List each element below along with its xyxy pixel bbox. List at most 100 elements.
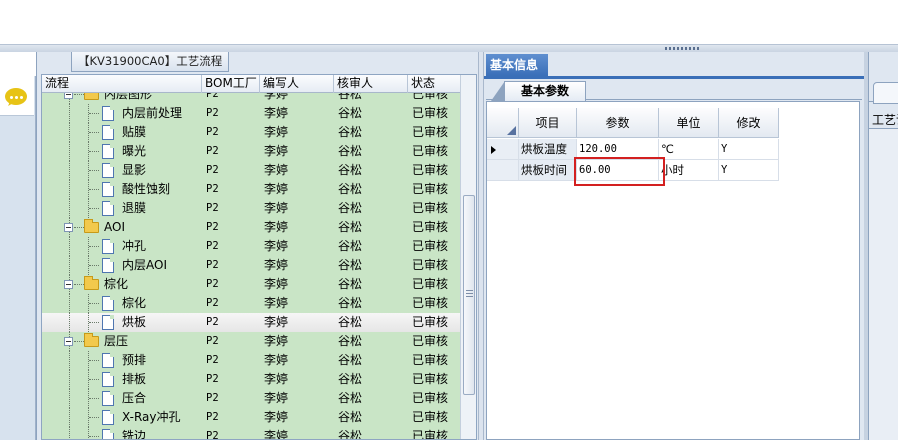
tree-node[interactable]: X-Ray冲孔 — [42, 408, 202, 427]
tree-row[interactable]: 曝光 P2 李婷 谷松 已审核 — [42, 142, 462, 161]
document-icon — [102, 258, 114, 273]
tree-node[interactable]: 内层前处理 — [42, 104, 202, 123]
column-header-flow[interactable]: 流程 — [42, 75, 202, 93]
item-cell: 烘板温度 — [519, 139, 577, 160]
tree-row[interactable]: 棕化 P2 李婷 谷松 已审核 — [42, 294, 462, 313]
column-header-reviewer[interactable]: 核审人 — [334, 75, 408, 93]
tree-node-label: 酸性蚀刻 — [122, 182, 171, 196]
status-cell: 已审核 — [412, 144, 449, 158]
tree-row[interactable]: 内层前处理 P2 李婷 谷松 已审核 — [42, 104, 462, 123]
tree-node[interactable]: 曝光 — [42, 142, 202, 161]
tree-node[interactable]: 压合 — [42, 389, 202, 408]
tree-node[interactable]: 显影 — [42, 161, 202, 180]
folder-icon — [84, 219, 99, 233]
column-header-writer[interactable]: 编写人 — [260, 75, 334, 93]
column-header-modify[interactable]: 修改 — [719, 108, 779, 138]
tree-line — [69, 408, 70, 427]
tree-node[interactable]: 层压 — [42, 332, 202, 351]
tree-node[interactable]: 退膜 — [42, 199, 202, 218]
reviewer-cell: 谷松 — [338, 410, 363, 424]
tree-node[interactable]: 烘板 — [42, 313, 202, 332]
bom-cell: P2 — [206, 259, 219, 271]
tree-header: 流程 BOM工厂 编写人 核审人 状态 — [42, 75, 462, 93]
process-description-area — [869, 128, 898, 440]
status-cell: 已审核 — [412, 372, 449, 386]
tree-row[interactable]: 预排 P2 李婷 谷松 已审核 — [42, 351, 462, 370]
grid-corner[interactable] — [487, 108, 519, 138]
tree-node[interactable]: 铣边 — [42, 427, 202, 440]
right-tab[interactable] — [869, 80, 898, 104]
tree-node[interactable]: 贴膜 — [42, 123, 202, 142]
document-icon — [102, 315, 114, 330]
modify-cell[interactable]: Y — [719, 139, 779, 160]
tree-node[interactable]: 棕化 — [42, 294, 202, 313]
modify-cell[interactable]: Y — [719, 160, 779, 181]
document-icon — [102, 125, 114, 140]
scrollbar-thumb[interactable] — [463, 195, 475, 395]
bom-cell: P2 — [206, 240, 219, 252]
tree-node[interactable]: 酸性蚀刻 — [42, 180, 202, 199]
unit-cell[interactable]: ℃ — [659, 139, 719, 160]
top-splitter[interactable] — [0, 44, 898, 52]
collapse-icon[interactable] — [64, 93, 73, 99]
scroll-grip-icon — [466, 290, 473, 298]
tree-row[interactable]: 内层AOI P2 李婷 谷松 已审核 — [42, 256, 462, 275]
status-cell: 已审核 — [412, 429, 449, 440]
tree-row[interactable]: 压合 P2 李婷 谷松 已审核 — [42, 389, 462, 408]
row-header[interactable] — [487, 160, 519, 181]
tree-line — [69, 370, 70, 389]
chat-bubble-icon[interactable] — [5, 88, 27, 105]
tree-vertical-scrollbar[interactable] — [460, 75, 476, 439]
tree-row[interactable]: AOI P2 李婷 谷松 已审核 — [42, 218, 462, 237]
tree-node[interactable]: 棕化 — [42, 275, 202, 294]
column-header-param[interactable]: 参数 — [577, 108, 659, 138]
tab-basic-params[interactable]: 基本参数 — [491, 81, 586, 101]
tab-basic-info[interactable]: 基本信息 — [486, 54, 548, 76]
process-panel-title[interactable]: 【KV31900CA0】工艺流程 — [71, 52, 230, 72]
tree-row[interactable]: 贴膜 P2 李婷 谷松 已审核 — [42, 123, 462, 142]
bom-cell: P2 — [206, 430, 219, 440]
tree-row[interactable]: 层压 P2 李婷 谷松 已审核 — [42, 332, 462, 351]
tree-row[interactable]: 内层图形 P2 李婷 谷松 已审核 — [42, 93, 462, 104]
writer-cell: 李婷 — [264, 410, 289, 424]
unit-cell[interactable]: 小时 — [659, 160, 719, 181]
tree-node[interactable]: AOI — [42, 218, 202, 237]
column-header-bom[interactable]: BOM工厂 — [202, 75, 260, 93]
status-cell: 已审核 — [412, 410, 449, 424]
process-description-panel: 工艺说明 — [868, 52, 898, 440]
tree-node-label: 烘板 — [122, 315, 147, 329]
collapse-icon[interactable] — [64, 280, 73, 289]
splitter-grip-icon[interactable] — [665, 47, 699, 50]
tree-row[interactable]: 冲孔 P2 李婷 谷松 已审核 — [42, 237, 462, 256]
reviewer-cell: 谷松 — [338, 258, 363, 272]
column-header-unit[interactable]: 单位 — [659, 108, 719, 138]
column-header-status[interactable]: 状态 — [408, 75, 462, 93]
left-side-panel — [0, 76, 36, 440]
tree-row[interactable]: X-Ray冲孔 P2 李婷 谷松 已审核 — [42, 408, 462, 427]
tree-node-label: 铣边 — [122, 429, 147, 440]
tree-node[interactable]: 排板 — [42, 370, 202, 389]
tree-node[interactable]: 预排 — [42, 351, 202, 370]
tree-node[interactable]: 冲孔 — [42, 237, 202, 256]
collapse-icon[interactable] — [64, 223, 73, 232]
tree-line — [69, 180, 70, 199]
tree-node-label: 内层AOI — [122, 258, 167, 272]
column-header-item[interactable]: 项目 — [519, 108, 577, 138]
tree-line — [69, 389, 70, 408]
tree-node[interactable]: 内层AOI — [42, 256, 202, 275]
tree-row[interactable]: 铣边 P2 李婷 谷松 已审核 — [42, 427, 462, 440]
status-cell: 已审核 — [412, 182, 449, 196]
tree-row[interactable]: 排板 P2 李婷 谷松 已审核 — [42, 370, 462, 389]
tree-row[interactable]: 显影 P2 李婷 谷松 已审核 — [42, 161, 462, 180]
tree-node[interactable]: 内层图形 — [42, 93, 202, 104]
collapse-icon[interactable] — [64, 337, 73, 346]
tree-line — [74, 341, 84, 342]
tree-row[interactable]: 退膜 P2 李婷 谷松 已审核 — [42, 199, 462, 218]
tree-row[interactable]: 棕化 P2 李婷 谷松 已审核 — [42, 275, 462, 294]
writer-cell: 李婷 — [264, 372, 289, 386]
tree-row[interactable]: 酸性蚀刻 P2 李婷 谷松 已审核 — [42, 180, 462, 199]
tree-row[interactable]: 烘板 P2 李婷 谷松 已审核 — [42, 313, 462, 332]
row-header[interactable] — [487, 139, 519, 160]
writer-cell: 李婷 — [264, 277, 289, 291]
writer-cell: 李婷 — [264, 353, 289, 367]
